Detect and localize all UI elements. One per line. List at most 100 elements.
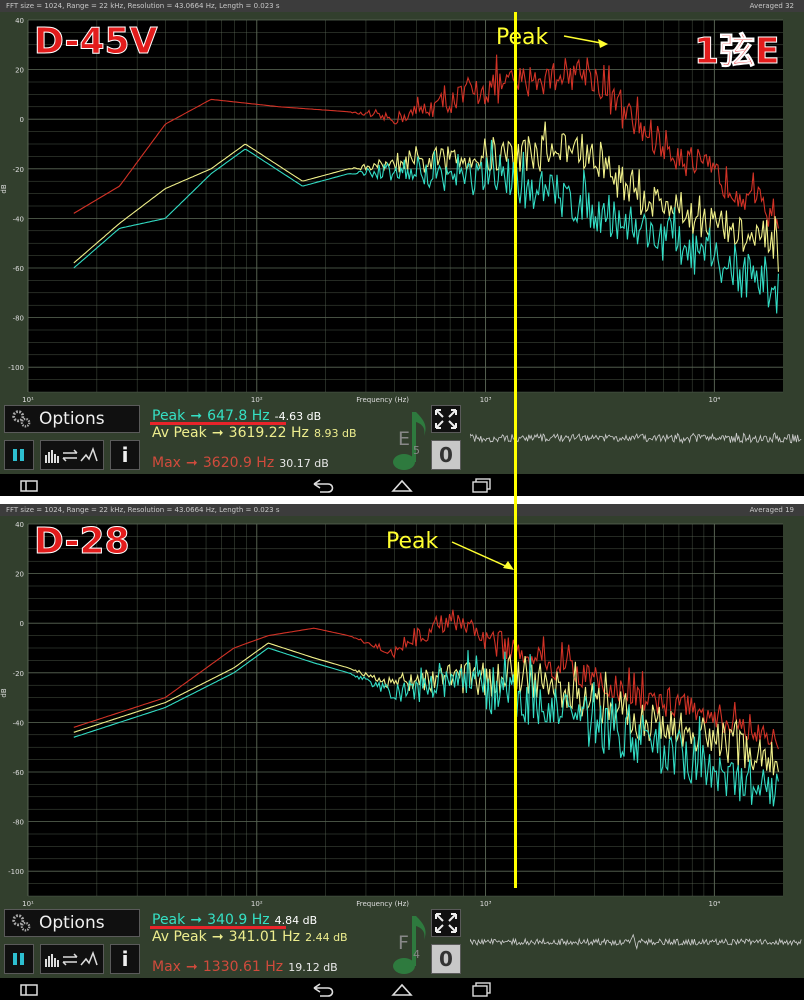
x-tick-label: 10¹ (22, 396, 34, 404)
y-tick-label: 40 (15, 521, 24, 529)
max-db: 19.12 dB (288, 961, 338, 974)
x-tick-label: Frequency (Hz) (356, 396, 409, 404)
y-tick-label: -100 (8, 364, 24, 372)
options-button[interactable]: Options (4, 909, 140, 937)
y-tick-label: 0 (20, 116, 24, 124)
gear-icon (12, 410, 31, 428)
fft-info: FFT size = 1024, Range = 22 kHz, Resolut… (6, 2, 280, 10)
max-readout: Max ➞ 3620.9 Hz 30.17 dB (152, 452, 329, 471)
spectrum-chart: 40 20 0 -20 -40 -60 -80 -100 dB 10¹ 10² Frequency (… (0, 17, 783, 404)
y-tick-label: -80 (13, 819, 24, 827)
av-peak-frequency: 341.01 Hz (228, 929, 300, 945)
max-db: 30.17 dB (279, 457, 329, 470)
peak-annotation: Peak (386, 529, 439, 554)
menu-icon[interactable] (20, 480, 38, 492)
spectrum-chart: 40 20 0 -20 -40 -60 -80 -100 dB 10¹ 10² Frequency (… (0, 521, 783, 908)
info-button[interactable]: i (110, 944, 140, 974)
detected-note: E (398, 428, 411, 450)
recents-icon[interactable] (470, 477, 494, 493)
expand-icon (435, 913, 457, 933)
av-arrow-glyph: ➞ (211, 425, 224, 441)
expand-button[interactable] (431, 405, 461, 433)
peak-arrow (451, 541, 514, 570)
av-peak-label: Av Peak (152, 425, 207, 441)
y-tick-label: -40 (13, 215, 24, 223)
spectrum-view-icon (45, 950, 98, 967)
home-icon[interactable] (390, 981, 414, 997)
av-peak-db: 8.93 dB (314, 427, 357, 440)
control-bar: Options i Peak ➞ 647.8 Hz -4.63 dB Av Pe… (0, 404, 804, 474)
y-tick-label: 40 (15, 17, 24, 25)
waveform-display (470, 432, 802, 445)
y-tick-label: -20 (13, 670, 24, 678)
max-label: Max (152, 455, 181, 471)
view-mode-button[interactable] (40, 944, 104, 974)
options-label: Options (39, 913, 105, 933)
max-label: Max (152, 959, 181, 975)
analyzer-panel-bottom: FFT size = 1024, Range = 22 kHz, Resolut… (0, 504, 804, 1000)
max-arrow-glyph: ➞ (186, 959, 198, 975)
y-tick-label: 20 (15, 67, 24, 75)
pause-button[interactable] (4, 944, 34, 974)
waveform-display (470, 933, 802, 950)
y-tick-label: -60 (13, 769, 24, 777)
back-icon[interactable] (310, 478, 336, 494)
pause-button[interactable] (4, 440, 34, 470)
x-tick-label: 10¹ (22, 900, 34, 908)
y-axis-unit: dB (0, 184, 8, 193)
status-header: FFT size = 1024, Range = 22 kHz, Resolut… (0, 0, 804, 12)
x-tick-label: 10³ (480, 900, 492, 908)
x-tick-label: 10⁴ (709, 900, 721, 908)
frequency-cursor-line[interactable] (514, 12, 517, 888)
waveform-trace (470, 432, 802, 445)
spectrum-view-icon (45, 446, 98, 463)
music-note-icon (393, 916, 426, 974)
averaged-count: Averaged 19 (749, 506, 794, 514)
guitar-model-label: D-28 (34, 521, 131, 562)
menu-icon[interactable] (20, 984, 38, 996)
string-label: 1弦E (694, 31, 781, 72)
zero-button[interactable]: 0 (431, 944, 461, 974)
y-tick-label: -20 (13, 166, 24, 174)
x-tick-label: 10² (251, 396, 263, 404)
max-frequency: 3620.9 Hz (202, 455, 275, 471)
expand-button[interactable] (431, 909, 461, 937)
averaged-count: Averaged 32 (749, 2, 794, 10)
y-axis-unit: dB (0, 688, 8, 697)
av-peak-readout: Av Peak ➞ 341.01 Hz 2.44 dB (152, 926, 348, 945)
system-navbar (0, 474, 804, 496)
av-peak-label: Av Peak (152, 929, 207, 945)
av-peak-db: 2.44 dB (305, 931, 348, 944)
detected-note: F (398, 932, 409, 954)
y-tick-label: 0 (20, 620, 24, 628)
max-frequency: 1330.61 Hz (202, 959, 284, 975)
pause-icon (13, 449, 24, 461)
guitar-model-label: D-45V (33, 21, 158, 62)
options-label: Options (39, 409, 105, 429)
back-icon[interactable] (310, 982, 336, 998)
expand-icon (435, 409, 457, 429)
analyzer-panel-top: FFT size = 1024, Range = 22 kHz, Resolut… (0, 0, 804, 496)
av-arrow-glyph: ➞ (211, 929, 224, 945)
y-tick-label: -100 (8, 868, 24, 876)
detected-octave: 4 (413, 948, 420, 961)
x-tick-label: 10⁴ (709, 396, 721, 404)
spectrum-plot[interactable]: 40 20 0 -20 -40 -60 -80 -100 dB 10¹ 10² Frequency (… (0, 516, 804, 908)
view-mode-button[interactable] (40, 440, 104, 470)
options-button[interactable]: Options (4, 405, 140, 433)
system-navbar (0, 978, 804, 1000)
spectrum-plot[interactable]: 40 20 0 -20 -40 -60 -80 -100 dB 10¹ 10² Frequency (… (0, 12, 804, 404)
pause-icon (13, 953, 24, 965)
gear-icon (12, 914, 31, 932)
control-bar: Options i Peak ➞ 340.9 Hz 4.84 dB Av Pea… (0, 908, 804, 978)
zero-button[interactable]: 0 (431, 440, 461, 470)
av-peak-frequency: 3619.22 Hz (228, 425, 309, 441)
recents-icon[interactable] (470, 981, 494, 997)
x-tick-label: Frequency (Hz) (356, 900, 409, 908)
waveform-trace (470, 933, 802, 950)
y-tick-label: -80 (13, 315, 24, 323)
x-tick-label: 10³ (480, 396, 492, 404)
info-button[interactable]: i (110, 440, 140, 470)
panel-divider (0, 496, 804, 504)
home-icon[interactable] (390, 477, 414, 493)
